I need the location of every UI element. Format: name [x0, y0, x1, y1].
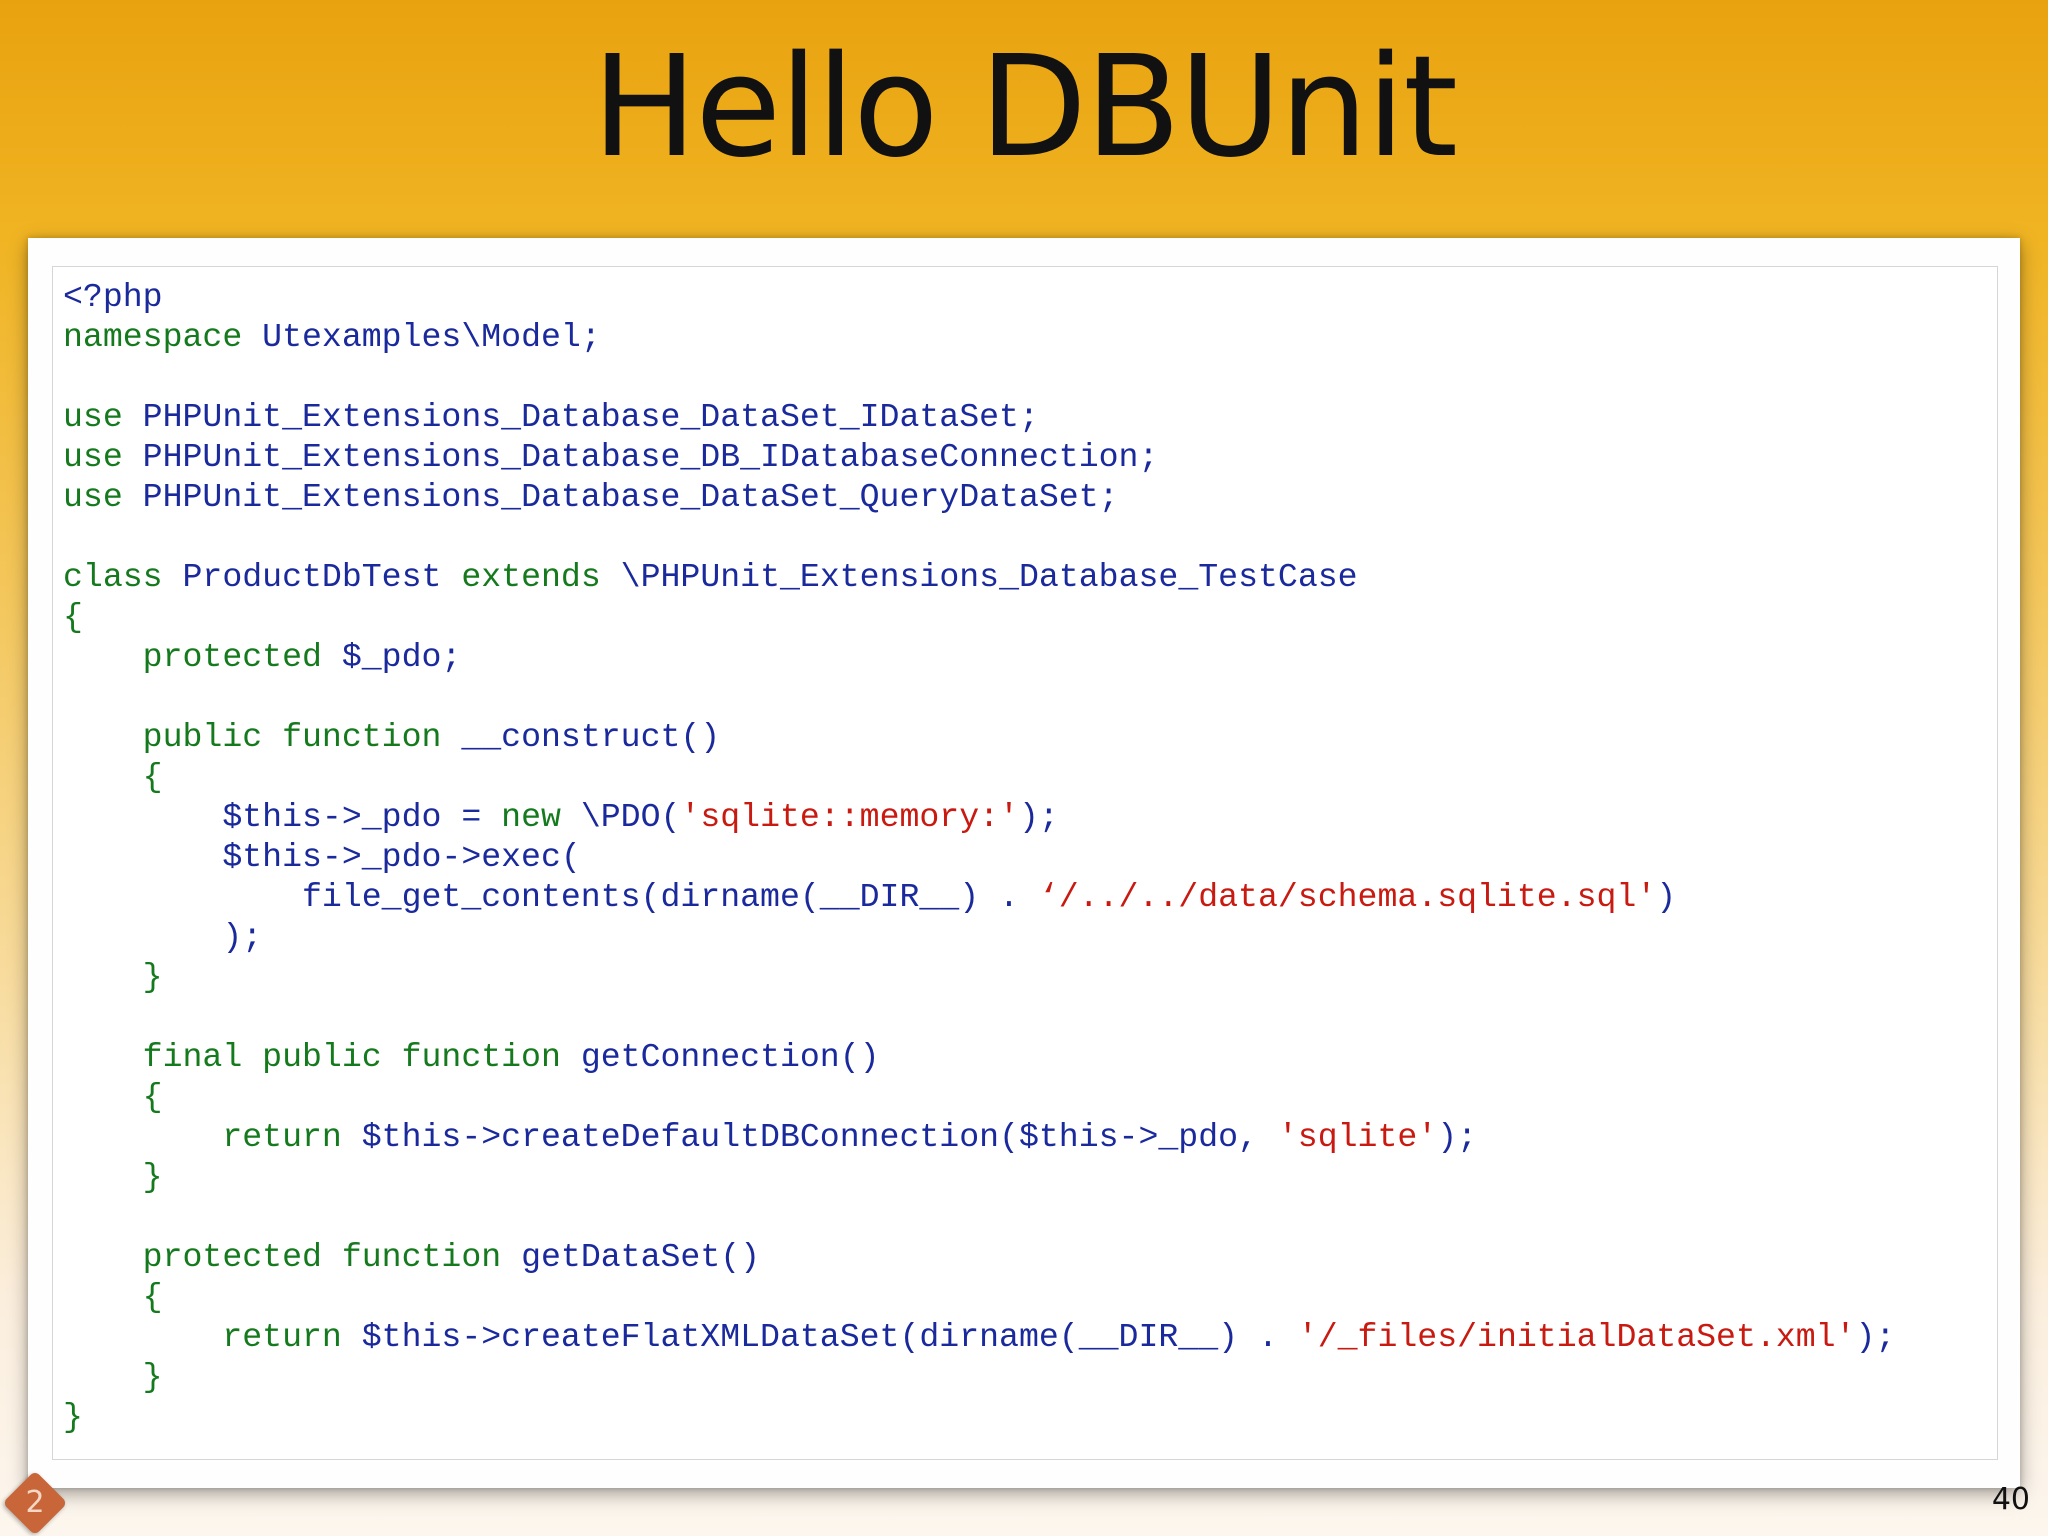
code-text: \PHPUnit_Extensions_Database_TestCase — [600, 558, 1358, 596]
code-line: protected function getDataSet() — [63, 1237, 1895, 1277]
code-keyword: use — [63, 438, 123, 476]
code-string: 'sqlite::memory:' — [680, 798, 1019, 836]
code-line: final public function getConnection() — [63, 1037, 1895, 1077]
code-text: $_pdo; — [321, 638, 462, 676]
code-panel: <?php namespace Utexamples\Model; use PHP… — [28, 238, 2020, 1488]
code-keyword: protected function — [63, 1238, 502, 1276]
code-line: } — [63, 1157, 1895, 1197]
code-line: } — [63, 1357, 1895, 1397]
code-text: ); — [1437, 1118, 1478, 1156]
code-text: \PDO( — [560, 798, 681, 836]
code-string: 'sqlite' — [1277, 1118, 1438, 1156]
code-text: __construct() — [441, 718, 721, 756]
code-text: file_get_contents(dirname(__DIR__) . — [63, 878, 1039, 916]
code-keyword: use — [63, 478, 123, 516]
logo-number: 2 — [25, 1485, 45, 1520]
page-number: 40 — [1991, 1482, 2030, 1517]
code-keyword: return — [63, 1318, 342, 1356]
code-keyword: public function — [63, 718, 442, 756]
code-line: use PHPUnit_Extensions_Database_DataSet_… — [63, 397, 1895, 437]
code-keyword: use — [63, 398, 123, 436]
code-keyword: extends — [461, 558, 601, 596]
code-text: ); — [1018, 798, 1059, 836]
code-keyword: final public function — [63, 1038, 561, 1076]
code-keyword: { — [63, 1278, 163, 1316]
code-text: Utexamples\Model; — [242, 318, 601, 356]
code-line: public function __construct() — [63, 717, 1895, 757]
code-line: return $this->createFlatXMLDataSet(dirna… — [63, 1317, 1895, 1357]
code-line: { — [63, 1277, 1895, 1317]
code-line: class ProductDbTest extends \PHPUnit_Ext… — [63, 557, 1895, 597]
code-text: $this->createFlatXMLDataSet(dirname(__DI… — [341, 1318, 1298, 1356]
code-text: getDataSet() — [501, 1238, 761, 1276]
code-text: getConnection() — [560, 1038, 880, 1076]
code-text: $this->_pdo->exec( — [63, 838, 581, 876]
code-keyword: } — [63, 1398, 83, 1436]
code-line: namespace Utexamples\Model; — [63, 317, 1895, 357]
code-keyword: { — [63, 1078, 163, 1116]
code-line: $this->_pdo = new \PDO('sqlite::memory:'… — [63, 797, 1895, 837]
code-box: <?php namespace Utexamples\Model; use PHP… — [52, 266, 1998, 1460]
code-line: { — [63, 757, 1895, 797]
code-text: PHPUnit_Extensions_Database_DB_IDatabase… — [122, 438, 1159, 476]
code-keyword: new — [501, 798, 561, 836]
code-text: ); — [63, 918, 263, 956]
code-keyword: } — [63, 1358, 163, 1396]
code-text: <?php — [63, 278, 163, 316]
code-keyword: class — [63, 558, 163, 596]
code-listing: <?php namespace Utexamples\Model; use PHP… — [63, 277, 1895, 1437]
code-keyword: namespace — [63, 318, 243, 356]
code-line: file_get_contents(dirname(__DIR__) . ‘/.… — [63, 877, 1895, 917]
code-text: ); — [1855, 1318, 1896, 1356]
slide-title: Hello DBUnit — [591, 26, 1458, 189]
code-line: } — [63, 1397, 1895, 1437]
code-keyword: } — [63, 1158, 163, 1196]
code-line: $this->_pdo->exec( — [63, 837, 1895, 877]
code-keyword: { — [63, 598, 83, 636]
code-line: <?php — [63, 277, 1895, 317]
code-line: { — [63, 597, 1895, 637]
code-line: { — [63, 1077, 1895, 1117]
code-text: ) — [1656, 878, 1677, 916]
code-line: } — [63, 957, 1895, 997]
code-string: ‘/../../data/schema.sqlite.sql' — [1038, 878, 1657, 916]
code-line: protected $_pdo; — [63, 637, 1895, 677]
code-keyword: return — [63, 1118, 342, 1156]
code-line: use PHPUnit_Extensions_Database_DB_IData… — [63, 437, 1895, 477]
code-keyword: { — [63, 758, 163, 796]
code-keyword: } — [63, 958, 163, 996]
code-line: use PHPUnit_Extensions_Database_DataSet_… — [63, 477, 1895, 517]
code-text: PHPUnit_Extensions_Database_DataSet_IDat… — [122, 398, 1039, 436]
code-line: ); — [63, 917, 1895, 957]
code-text: $this->createDefaultDBConnection($this->… — [341, 1118, 1278, 1156]
code-text: PHPUnit_Extensions_Database_DataSet_Quer… — [122, 478, 1119, 516]
code-text: ProductDbTest — [162, 558, 462, 596]
code-string: '/_files/initialDataSet.xml' — [1297, 1318, 1856, 1356]
code-line: return $this->createDefaultDBConnection(… — [63, 1117, 1895, 1157]
code-text: $this->_pdo = — [63, 798, 502, 836]
code-keyword: protected — [63, 638, 322, 676]
